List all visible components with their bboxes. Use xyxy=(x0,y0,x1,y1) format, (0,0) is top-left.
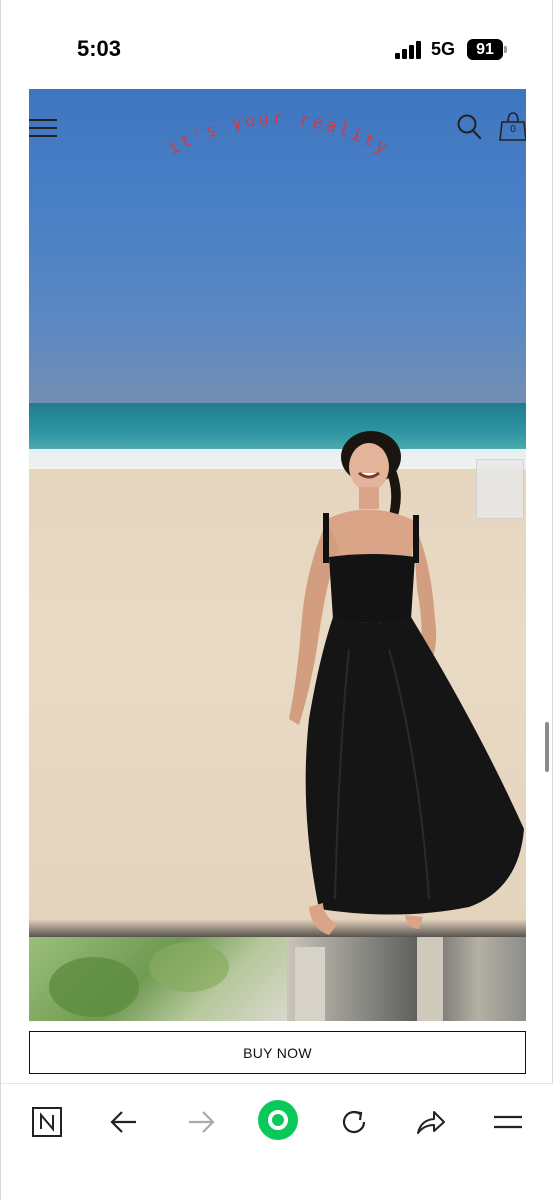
product-thumbnail-strip[interactable] xyxy=(29,937,526,1021)
svg-text:it's your reality: it's your reality xyxy=(165,109,393,160)
status-time: 5:03 xyxy=(77,36,122,61)
cart-count: 0 xyxy=(510,124,516,135)
menu-icon[interactable] xyxy=(488,1102,528,1142)
battery-tip xyxy=(504,46,507,53)
battery-level: 91 xyxy=(476,41,494,58)
back-arrow-icon[interactable] xyxy=(104,1102,144,1142)
forward-arrow-icon[interactable] xyxy=(181,1102,221,1142)
thumbnail-street[interactable] xyxy=(287,937,526,1021)
naver-logo-icon[interactable] xyxy=(27,1102,67,1142)
beach-photo xyxy=(29,89,526,937)
site-logo[interactable]: it's your reality xyxy=(154,99,404,169)
thumbnail-greenery[interactable] xyxy=(29,937,287,1021)
hamburger-menu-icon[interactable] xyxy=(29,117,59,139)
network-label: 5G xyxy=(431,39,456,59)
reload-icon[interactable] xyxy=(334,1102,374,1142)
site-tagline: it's your reality xyxy=(165,109,390,160)
signal-icon xyxy=(395,41,423,59)
green-home-icon[interactable] xyxy=(257,1099,299,1141)
cart-bag-icon[interactable]: 0 xyxy=(499,111,526,141)
battery-icon: 91 xyxy=(467,39,503,60)
share-icon[interactable] xyxy=(411,1102,451,1142)
woman-in-black-dress xyxy=(289,431,524,935)
phone-screen: 5:03 5G 91 it's your reality 0 BUY NOW xyxy=(0,0,553,1200)
status-bar: 5:03 5G 91 xyxy=(1,0,553,88)
hero-image: it's your reality 0 xyxy=(29,89,526,937)
search-icon[interactable] xyxy=(456,113,482,141)
buy-now-button[interactable]: BUY NOW xyxy=(29,1031,526,1074)
scrollbar-thumb[interactable] xyxy=(545,722,549,772)
browser-toolbar xyxy=(1,1083,553,1200)
